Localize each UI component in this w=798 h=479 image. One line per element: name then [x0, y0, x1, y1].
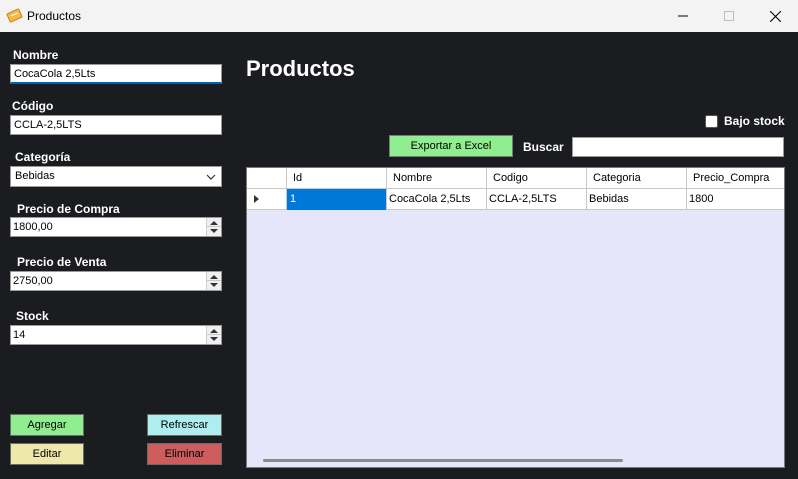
- grid-header: Id Nombre Codigo Categoria Precio_Compra: [247, 168, 784, 189]
- cell-id[interactable]: 1: [287, 189, 387, 210]
- codigo-label: Código: [12, 99, 54, 113]
- nombre-field[interactable]: CocaCola 2,5Lts: [10, 64, 222, 84]
- search-input[interactable]: [572, 137, 784, 157]
- horizontal-scrollbar[interactable]: [263, 459, 623, 462]
- nombre-label: Nombre: [13, 48, 59, 62]
- maximize-icon: [724, 11, 734, 21]
- buscar-label: Buscar: [523, 140, 564, 154]
- arrow-up-icon[interactable]: [210, 221, 218, 225]
- precio-venta-value: 2750,00: [13, 275, 53, 287]
- exportar-excel-button[interactable]: Exportar a Excel: [389, 135, 513, 157]
- arrow-down-icon[interactable]: [210, 229, 218, 233]
- receipt-icon: [6, 7, 23, 24]
- column-header-id[interactable]: Id: [287, 168, 387, 189]
- title-bar: Productos: [0, 0, 798, 32]
- products-grid[interactable]: Id Nombre Codigo Categoria Precio_Compra…: [246, 167, 785, 468]
- arrow-up-icon[interactable]: [210, 329, 218, 333]
- row-header-corner: [247, 168, 287, 189]
- stepper-buttons[interactable]: [206, 326, 221, 344]
- window-title: Productos: [27, 9, 82, 23]
- codigo-field[interactable]: CCLA-2,5LTS: [10, 115, 222, 135]
- row-header[interactable]: [247, 189, 287, 210]
- categoria-label: Categoría: [15, 150, 71, 164]
- window-content: Nombre CocaCola 2,5Lts Código CCLA-2,5LT…: [0, 32, 798, 479]
- column-header-precio-compra[interactable]: Precio_Compra: [687, 168, 784, 189]
- cell-nombre[interactable]: CocaCola 2,5Lts: [387, 189, 487, 210]
- agregar-button[interactable]: Agregar: [10, 414, 84, 436]
- table-row[interactable]: 1 CocaCola 2,5Lts CCLA-2,5LTS Bebidas 18…: [247, 189, 784, 210]
- categoria-select[interactable]: Bebidas: [10, 166, 222, 187]
- refrescar-button[interactable]: Refrescar: [147, 414, 222, 436]
- current-row-icon: [254, 195, 259, 203]
- precio-compra-value: 1800,00: [13, 221, 53, 233]
- precio-compra-label: Precio de Compra: [17, 202, 120, 216]
- column-header-nombre[interactable]: Nombre: [387, 168, 487, 189]
- stock-stepper[interactable]: 14: [10, 325, 222, 345]
- categoria-value: Bebidas: [15, 170, 55, 182]
- minimize-button[interactable]: [660, 0, 706, 32]
- minimize-icon: [678, 15, 688, 17]
- arrow-down-icon[interactable]: [210, 283, 218, 287]
- chevron-down-icon: [205, 171, 217, 183]
- precio-compra-stepper[interactable]: 1800,00: [10, 217, 222, 237]
- cell-codigo[interactable]: CCLA-2,5LTS: [487, 189, 587, 210]
- bajo-stock-label[interactable]: Bajo stock: [724, 114, 785, 128]
- precio-venta-label: Precio de Venta: [17, 255, 107, 269]
- stock-label: Stock: [16, 309, 49, 323]
- column-header-categoria[interactable]: Categoria: [587, 168, 687, 189]
- eliminar-button[interactable]: Eliminar: [147, 443, 222, 465]
- stepper-buttons[interactable]: [206, 272, 221, 290]
- page-title: Productos: [246, 56, 355, 81]
- cell-categoria[interactable]: Bebidas: [587, 189, 687, 210]
- close-icon: [769, 10, 781, 22]
- precio-venta-stepper[interactable]: 2750,00: [10, 271, 222, 291]
- arrow-up-icon[interactable]: [210, 275, 218, 279]
- bajo-stock-checkbox[interactable]: Bajo stock: [705, 114, 785, 128]
- stock-value: 14: [13, 329, 26, 341]
- maximize-button[interactable]: [706, 0, 752, 32]
- checkbox-box[interactable]: [705, 114, 718, 128]
- editar-button[interactable]: Editar: [10, 443, 84, 465]
- column-header-codigo[interactable]: Codigo: [487, 168, 587, 189]
- arrow-down-icon[interactable]: [210, 337, 218, 341]
- stepper-buttons[interactable]: [206, 218, 221, 236]
- close-button[interactable]: [752, 0, 798, 32]
- cell-precio-compra[interactable]: 1800: [687, 189, 784, 210]
